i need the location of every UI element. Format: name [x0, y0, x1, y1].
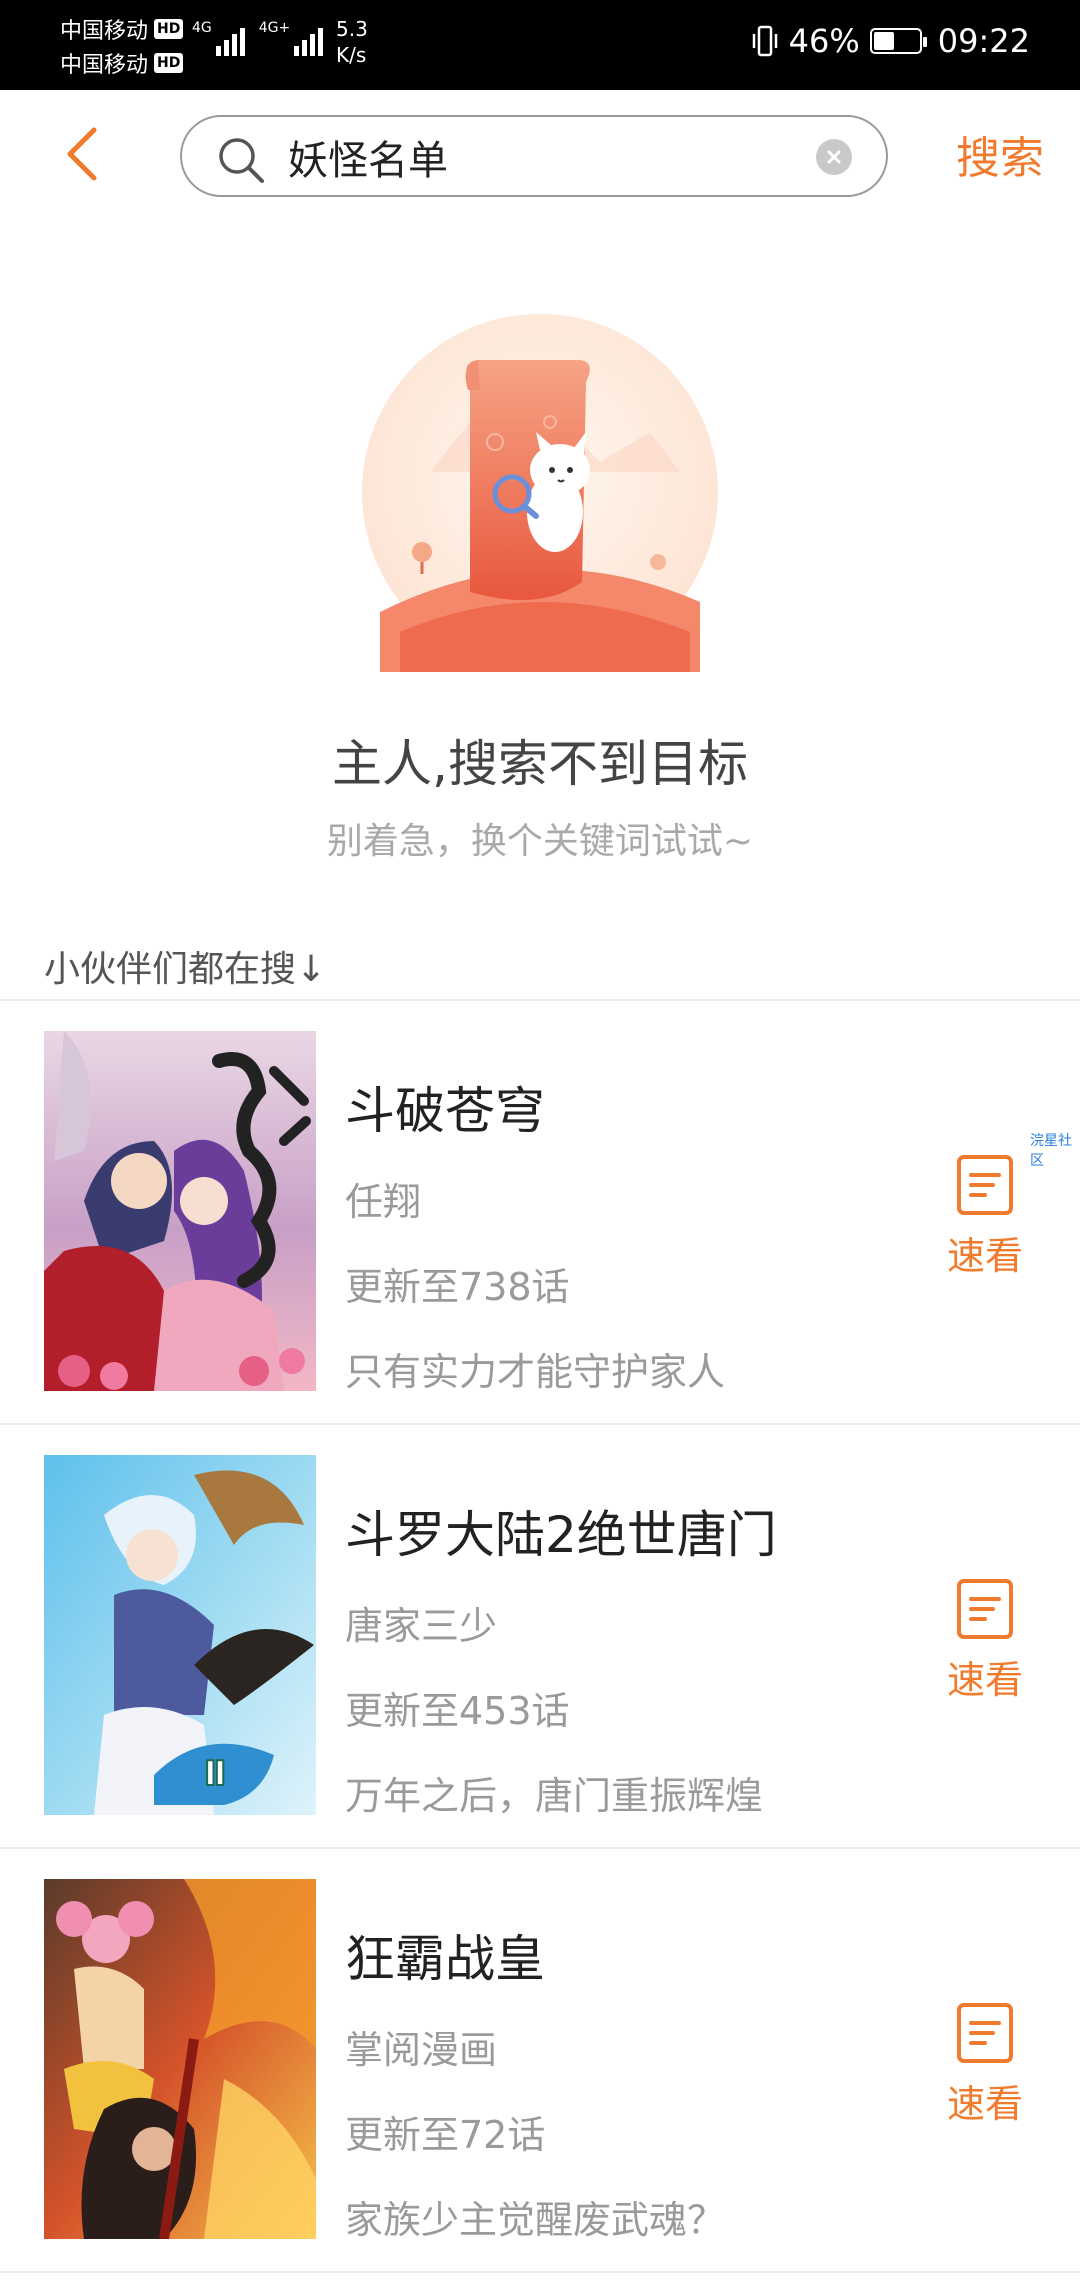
comic-cover-image: Ⅱ — [44, 1455, 316, 1815]
battery-percent: 46% — [788, 22, 860, 60]
carrier-2-label: 中国移动 — [60, 53, 149, 78]
search-button[interactable]: 搜索 — [956, 122, 1044, 186]
list-item[interactable]: Ⅱ 斗罗大陆2绝世唐门 唐家三少 更新至453话 万年之后，唐门重振辉煌 速看 — [0, 1425, 1080, 1849]
search-input[interactable] — [288, 131, 768, 183]
quick-read-button[interactable]: 速看 — [942, 1575, 1028, 1704]
comic-description: 家族少主觉醒废武魂？ — [345, 2198, 726, 2242]
clear-icon — [827, 150, 841, 164]
quick-read-label: 速看 — [946, 1658, 1023, 1702]
comic-author: 掌阅漫画 — [345, 2028, 498, 2072]
comic-title: 斗破苍穹 — [345, 1082, 545, 1140]
comic-author: 任翔 — [345, 1180, 422, 1224]
comic-title: 狂霸战皇 — [345, 1930, 545, 1988]
signal-bars-2-icon — [294, 20, 324, 56]
status-bar: 中国移动 HD 中国移动 HD 4G 4G+ 5.3 K/s 46% 09:22 — [0, 0, 1080, 90]
network-type-2: 4G+ — [258, 20, 291, 36]
book-icon — [957, 2003, 1013, 2063]
list-item[interactable]: 狂霸战皇 掌阅漫画 更新至72话 家族少主觉醒废武魂？ 速看 — [0, 1849, 1080, 2273]
quick-read-label: 速看 — [946, 2082, 1023, 2126]
comic-cover-image — [44, 1879, 316, 2239]
clear-button[interactable] — [816, 139, 852, 175]
signal-indicators: 4G 4G+ — [192, 20, 337, 56]
speed-value: 5.3 — [336, 17, 368, 41]
search-box[interactable] — [180, 115, 888, 197]
hd-badge: HD — [154, 53, 184, 73]
empty-result-title: 主人,搜索不到目标 — [332, 735, 748, 793]
recommendation-list: 斗破苍穹 任翔 更新至738话 只有实力才能守护家人 速看 Ⅱ 斗罗大陆2绝世唐… — [0, 1001, 1080, 2273]
back-button[interactable] — [52, 118, 122, 188]
battery-icon — [869, 28, 927, 54]
clock: 09:22 — [937, 22, 1030, 60]
vibrate-icon — [752, 25, 777, 57]
hd-badge: HD — [154, 19, 184, 39]
quick-read-button[interactable]: 速看 — [942, 1999, 1028, 2128]
speed-unit: K/s — [336, 43, 367, 67]
list-item[interactable]: 斗破苍穹 任翔 更新至738话 只有实力才能守护家人 速看 — [0, 1001, 1080, 1425]
svg-text:Ⅱ: Ⅱ — [204, 1754, 226, 1794]
watermark-text: 浣星社区 — [1030, 1133, 1072, 1169]
comic-cover-image — [44, 1031, 316, 1391]
signal-bars-1-icon — [215, 20, 245, 56]
comic-description: 万年之后，唐门重振辉煌 — [345, 1774, 764, 1818]
carrier-info: 中国移动 HD 中国移动 HD — [60, 12, 184, 80]
empty-result-illustration — [362, 314, 718, 672]
comic-update-status: 更新至72话 — [345, 2113, 546, 2157]
comic-author: 唐家三少 — [345, 1604, 498, 1648]
comic-update-status: 更新至738话 — [345, 1265, 570, 1309]
empty-result-subtitle: 别着急，换个关键词试试~ — [326, 821, 754, 862]
battery-level — [873, 32, 895, 50]
network-type-1: 4G — [192, 20, 212, 36]
search-icon — [219, 138, 264, 183]
book-icon — [957, 1579, 1013, 1639]
right-status: 46% 09:22 — [751, 22, 1030, 60]
comic-title: 斗罗大陆2绝世唐门 — [345, 1506, 777, 1564]
carrier-1-label: 中国移动 — [60, 19, 149, 44]
book-icon — [957, 1155, 1013, 1215]
comic-update-status: 更新至453话 — [345, 1689, 570, 1733]
search-header: 搜索 — [0, 90, 1080, 220]
quick-read-label: 速看 — [946, 1234, 1023, 1278]
quick-read-button[interactable]: 速看 — [942, 1151, 1028, 1280]
chevron-left-icon — [67, 127, 97, 181]
network-speed: 5.3 K/s — [336, 16, 368, 68]
popular-searches-title: 小伙伴们都在搜↓ — [44, 949, 327, 990]
comic-description: 只有实力才能守护家人 — [345, 1350, 726, 1394]
